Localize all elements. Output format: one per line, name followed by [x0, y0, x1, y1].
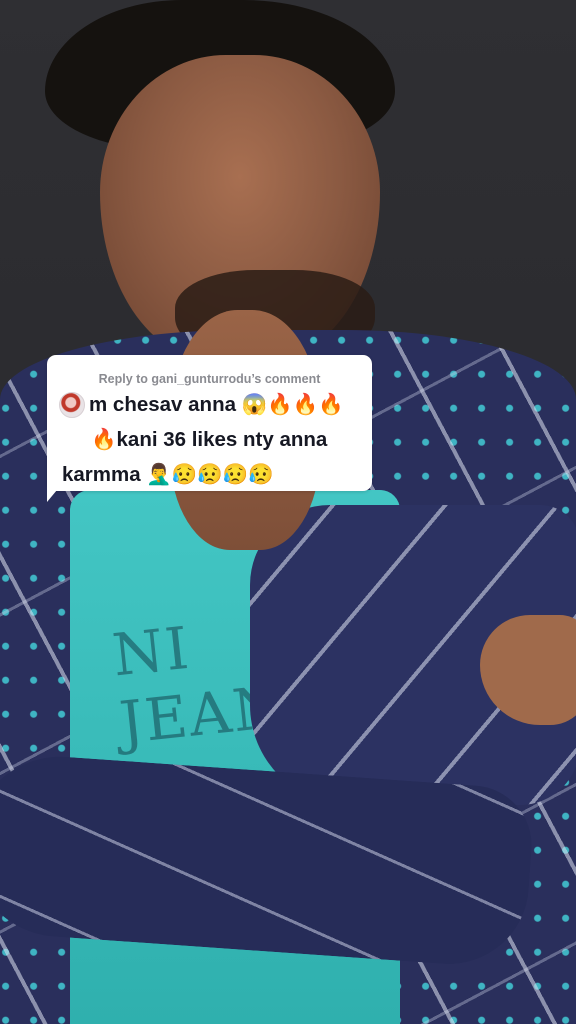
left-arm — [0, 750, 536, 970]
comment-line-3: karmma 🤦‍♂️😥😥😥😥 — [62, 463, 274, 486]
reply-header: Reply to gani_gunturrodu’s comment — [98, 372, 321, 386]
comment-line-2: 🔥kani 36 likes nty anna — [91, 428, 328, 451]
video-frame[interactable]: NI JEANS — [0, 0, 576, 1024]
comment-text: m chesav anna 😱🔥🔥🔥 🔥kani 36 likes nty an… — [62, 387, 363, 492]
commenter-avatar — [59, 392, 85, 418]
comment-line-1: m chesav anna 😱🔥🔥🔥 — [89, 393, 344, 416]
